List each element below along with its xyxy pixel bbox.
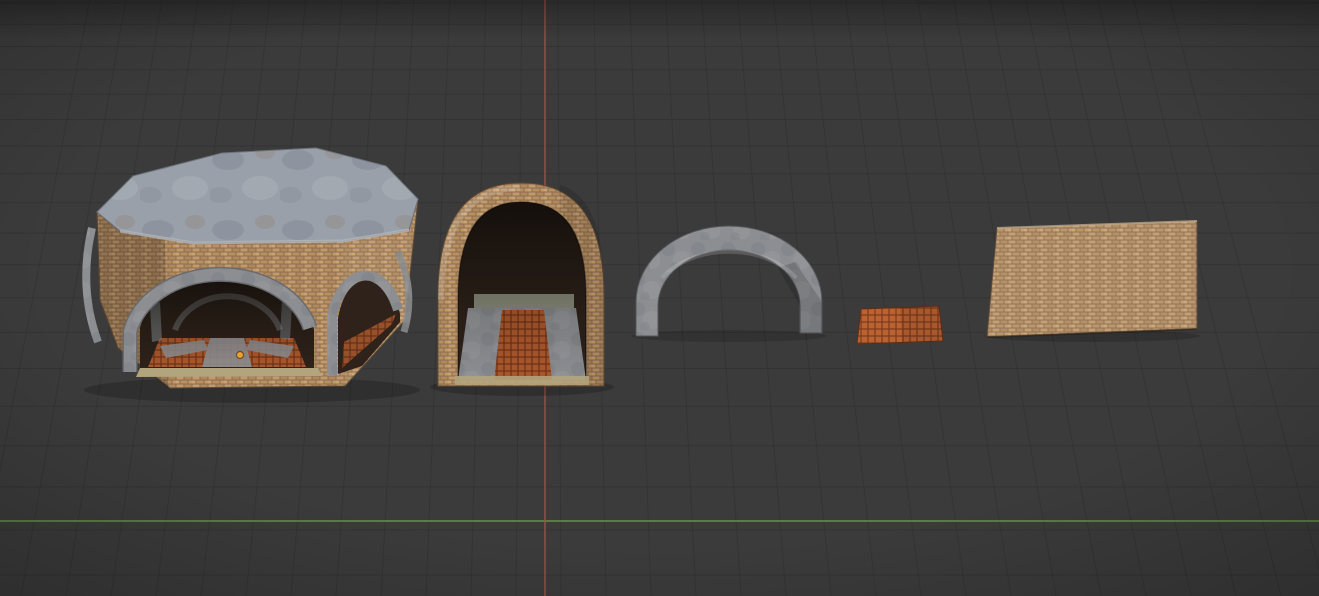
vignette-overlay [0, 0, 1319, 596]
viewport-canvas[interactable] [0, 0, 1319, 596]
viewport-3d[interactable] [0, 0, 1319, 596]
